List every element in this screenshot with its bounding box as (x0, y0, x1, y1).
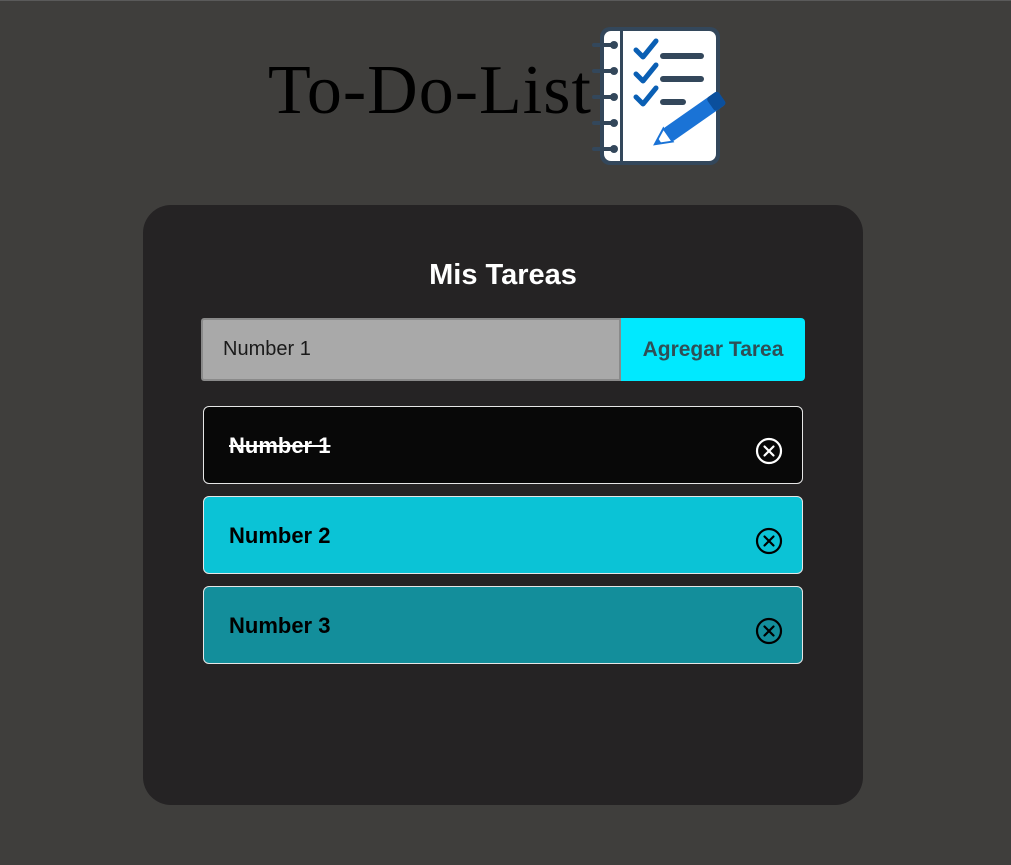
delete-task-icon[interactable] (755, 617, 783, 645)
task-item[interactable]: Number 2 (203, 496, 803, 574)
task-label[interactable]: Number 1 (229, 433, 330, 459)
task-list: Number 1 Number 2 Number 3 (203, 406, 803, 676)
task-item[interactable]: Number 3 (203, 586, 803, 664)
delete-task-icon[interactable] (755, 437, 783, 465)
task-input[interactable] (201, 318, 621, 381)
card-title: Mis Tareas (429, 259, 577, 291)
todo-card: Mis Tareas Agregar Tarea Number 1 Number… (143, 205, 863, 805)
add-task-form: Agregar Tarea (201, 318, 805, 381)
add-task-button[interactable]: Agregar Tarea (621, 318, 805, 381)
app-header: To-Do-List (0, 1, 1011, 181)
task-label[interactable]: Number 2 (229, 523, 330, 549)
task-label[interactable]: Number 3 (229, 613, 330, 639)
delete-task-icon[interactable] (755, 527, 783, 555)
app-title: To-Do-List (268, 52, 592, 129)
notebook-checklist-icon (592, 27, 726, 165)
task-item[interactable]: Number 1 (203, 406, 803, 484)
